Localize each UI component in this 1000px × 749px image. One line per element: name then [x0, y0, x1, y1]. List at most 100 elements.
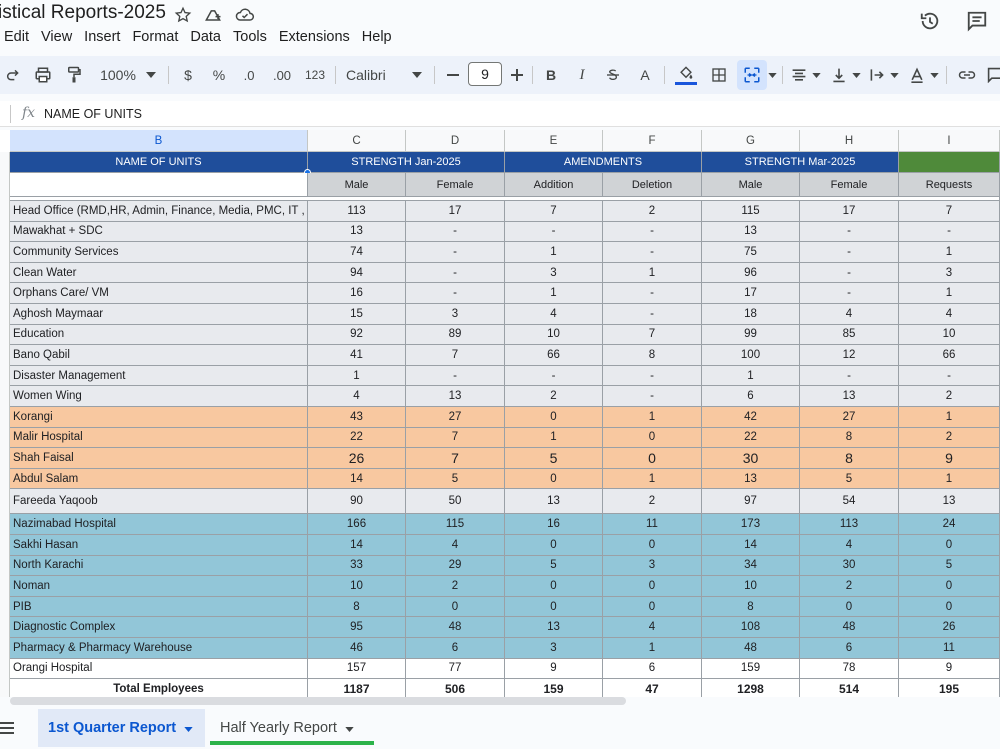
value-cell-addition[interactable]: 0: [505, 468, 603, 490]
menu-help[interactable]: Help: [356, 29, 398, 45]
value-cell-addition[interactable]: 0: [505, 576, 603, 597]
unit-name-cell[interactable]: Noman: [10, 576, 308, 597]
text-rotation-icon[interactable]: [906, 56, 928, 94]
value-cell-female-jan[interactable]: 0: [406, 596, 505, 618]
value-cell-deletion[interactable]: 4: [603, 617, 702, 638]
value-cell-male-mar[interactable]: 13: [702, 468, 800, 490]
value-cell-female-jan[interactable]: -: [406, 242, 505, 263]
column-header-c[interactable]: C: [308, 130, 406, 152]
value-cell-male-jan[interactable]: 22: [308, 427, 406, 449]
value-cell-requests[interactable]: 26: [899, 617, 1000, 638]
value-cell-male-jan[interactable]: 1: [308, 365, 406, 387]
value-cell-male-jan[interactable]: 95: [308, 617, 406, 638]
value-cell-female-mar[interactable]: 13: [800, 386, 899, 407]
unit-name-cell[interactable]: Orangi Hospital: [10, 658, 308, 680]
comments-icon[interactable]: [964, 8, 990, 34]
column-header-d[interactable]: D: [406, 130, 505, 152]
column-header-e[interactable]: E: [505, 130, 603, 152]
value-cell-male-jan[interactable]: 13: [308, 221, 406, 243]
decrease-decimal-button[interactable]: .0: [238, 56, 260, 94]
value-cell-addition[interactable]: 13: [505, 489, 603, 515]
unit-name-cell[interactable]: Sakhi Hasan: [10, 535, 308, 556]
menu-extensions[interactable]: Extensions: [273, 29, 356, 45]
header-sub-addition[interactable]: Addition: [505, 173, 603, 197]
unit-name-cell[interactable]: Malir Hospital: [10, 427, 308, 449]
value-cell-requests[interactable]: 3: [899, 262, 1000, 284]
value-cell-male-mar[interactable]: 48: [702, 638, 800, 659]
value-cell-female-mar[interactable]: -: [800, 283, 899, 304]
zoom-select[interactable]: 100%: [96, 56, 140, 94]
value-cell-addition[interactable]: 0: [505, 596, 603, 618]
text-color-button[interactable]: A: [636, 56, 654, 94]
value-cell-requests[interactable]: 11: [899, 638, 1000, 659]
value-cell-female-jan[interactable]: -: [406, 365, 505, 387]
redo-icon[interactable]: [2, 56, 24, 94]
document-title[interactable]: istical Reports-2025: [0, 2, 166, 24]
value-cell-addition[interactable]: 5: [505, 555, 603, 577]
value-cell-female-jan[interactable]: 6: [406, 638, 505, 659]
horizontal-align-icon[interactable]: [788, 56, 810, 94]
value-cell-female-jan[interactable]: 7: [406, 427, 505, 449]
value-cell-female-jan[interactable]: 77: [406, 658, 505, 680]
value-cell-requests[interactable]: 1: [899, 468, 1000, 490]
header-sub-requests[interactable]: Requests: [899, 173, 1000, 197]
value-cell-deletion[interactable]: 2: [603, 489, 702, 515]
value-cell-female-mar[interactable]: 17: [800, 201, 899, 222]
valign-dropdown-icon[interactable]: [850, 56, 862, 94]
unit-name-cell[interactable]: Women Wing: [10, 386, 308, 407]
unit-name-cell[interactable]: Head Office (RMD,HR, Admin, Finance, Med…: [10, 201, 308, 222]
wrap-dropdown-icon[interactable]: [888, 56, 900, 94]
value-cell-deletion[interactable]: 1: [603, 638, 702, 659]
halign-dropdown-icon[interactable]: [810, 56, 822, 94]
value-cell-addition[interactable]: 7: [505, 201, 603, 222]
value-cell-deletion[interactable]: 6: [603, 658, 702, 680]
print-icon[interactable]: [31, 56, 55, 94]
value-cell-male-jan[interactable]: 10: [308, 576, 406, 597]
total-label-cell[interactable]: Total Employees: [10, 679, 308, 697]
header-sub-blank[interactable]: [10, 173, 308, 197]
value-cell-deletion[interactable]: 1: [603, 407, 702, 428]
zoom-dropdown-icon[interactable]: [144, 56, 158, 94]
value-cell-addition[interactable]: 5: [505, 448, 603, 469]
value-cell-male-jan[interactable]: 113: [308, 201, 406, 222]
column-header-i[interactable]: I: [899, 130, 1000, 152]
text-wrapping-icon[interactable]: [866, 56, 888, 94]
value-cell-female-jan[interactable]: 7: [406, 345, 505, 366]
insert-link-icon[interactable]: [956, 56, 978, 94]
sheet-tab-1st-quarter[interactable]: 1st Quarter Report: [38, 709, 206, 747]
value-cell-addition[interactable]: 10: [505, 324, 603, 346]
sheet-grid[interactable]: B C D E F G H I NAME OF UNITS STRENGTH Jan-2025 AM…: [0, 130, 1000, 697]
value-cell-female-jan[interactable]: 5: [406, 468, 505, 490]
font-family-select[interactable]: Calibri: [346, 56, 398, 94]
unit-name-cell[interactable]: Mawakhat + SDC: [10, 221, 308, 243]
value-cell-deletion[interactable]: 3: [603, 555, 702, 577]
value-cell-requests[interactable]: -: [899, 365, 1000, 387]
value-cell-requests[interactable]: 10: [899, 324, 1000, 346]
value-cell-requests[interactable]: 7: [899, 201, 1000, 222]
value-cell-female-mar[interactable]: 6: [800, 638, 899, 659]
value-cell-female-jan[interactable]: -: [406, 283, 505, 304]
bold-button[interactable]: B: [542, 56, 560, 94]
value-cell-addition[interactable]: 2: [505, 386, 603, 407]
value-cell-male-mar[interactable]: 173: [702, 514, 800, 535]
menu-data[interactable]: Data: [184, 29, 227, 45]
menu-edit[interactable]: Edit: [0, 29, 35, 45]
column-header-b[interactable]: B: [10, 130, 308, 152]
value-cell-female-mar[interactable]: 54: [800, 489, 899, 515]
value-cell-deletion[interactable]: -: [603, 283, 702, 304]
value-cell-addition[interactable]: 1: [505, 283, 603, 304]
value-cell-male-jan[interactable]: 43: [308, 407, 406, 428]
value-cell-deletion[interactable]: 0: [603, 576, 702, 597]
unit-name-cell[interactable]: Education: [10, 324, 308, 346]
merge-cells-icon[interactable]: [740, 56, 764, 94]
total-cell-addition[interactable]: 159: [505, 679, 603, 697]
value-cell-requests[interactable]: 0: [899, 596, 1000, 618]
value-cell-female-jan[interactable]: 2: [406, 576, 505, 597]
value-cell-male-jan[interactable]: 166: [308, 514, 406, 535]
value-cell-addition[interactable]: 0: [505, 535, 603, 556]
value-cell-male-mar[interactable]: 17: [702, 283, 800, 304]
cloud-saved-icon[interactable]: [234, 4, 256, 26]
value-cell-male-jan[interactable]: 92: [308, 324, 406, 346]
vertical-align-icon[interactable]: [828, 56, 850, 94]
value-cell-addition[interactable]: 9: [505, 658, 603, 680]
